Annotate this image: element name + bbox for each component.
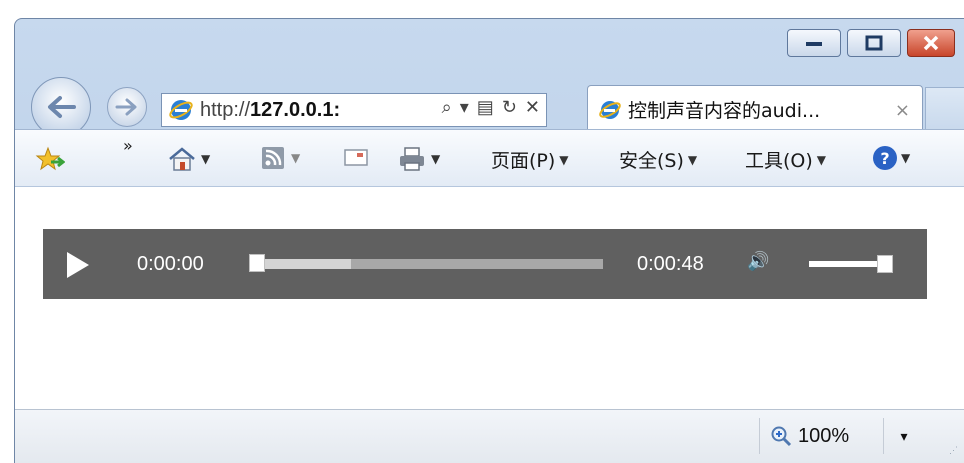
address-tools: ⌕ ▾ ▤ ↻ ✕ [437, 97, 540, 118]
stop-icon[interactable]: ✕ [525, 97, 540, 118]
resize-grip-icon[interactable]: ⋰ [949, 446, 961, 459]
home-button[interactable]: ▼ [167, 146, 210, 172]
forward-button[interactable] [107, 87, 147, 127]
page-menu[interactable]: 页面(P) ▼ [491, 146, 569, 173]
chevron-down-icon: ▼ [559, 152, 569, 167]
volume-icon[interactable]: 🔊 [747, 251, 769, 272]
ie-logo-icon [599, 100, 621, 119]
print-button[interactable]: ▼ [397, 146, 440, 172]
zoom-level: 100% [798, 424, 850, 447]
address-bar[interactable]: http://127.0.0.1: ⌕ ▾ ▤ ↻ ✕ [161, 93, 547, 127]
chevron-down-icon: ▼ [816, 152, 827, 167]
page-menu-label: 页面(P) [491, 150, 556, 172]
chevron-down-icon[interactable]: ▼ [291, 151, 300, 165]
tools-menu[interactable]: 工具(O) ▼ [745, 146, 826, 173]
audio-player: 0:00:00 0:00:48 🔊 [43, 229, 927, 299]
toolbar-overflow-chevron[interactable]: » [123, 136, 133, 155]
safety-menu[interactable]: 安全(S) ▼ [619, 146, 697, 173]
chevron-down-icon[interactable]: ▾ [460, 97, 469, 118]
mail-icon [344, 149, 368, 166]
url-host: 127.0.0.1: [250, 98, 341, 121]
arrow-left-icon [48, 96, 76, 118]
ie-logo-icon [169, 100, 193, 120]
zoom-dropdown[interactable]: ▾ [883, 418, 924, 454]
current-time: 0:00:00 [137, 253, 204, 275]
status-bar: 100% ▾ ⋰ [15, 409, 964, 463]
magnifier-icon [771, 426, 792, 447]
minimize-button[interactable] [787, 29, 841, 57]
seek-bar[interactable] [249, 254, 603, 272]
browser-window: http://127.0.0.1: ⌕ ▾ ▤ ↻ ✕ 控制声音内容的audi.… [14, 18, 964, 463]
safety-menu-label: 安全(S) [619, 150, 684, 172]
maximize-button[interactable] [847, 29, 901, 57]
tab-close-icon[interactable]: × [895, 100, 910, 121]
feeds-button[interactable]: ▼ [261, 146, 300, 170]
refresh-icon[interactable]: ↻ [502, 97, 517, 118]
favorites-star-icon [35, 146, 65, 171]
volume-thumb[interactable] [877, 255, 893, 273]
navigation-row: http://127.0.0.1: ⌕ ▾ ▤ ↻ ✕ 控制声音内容的audi.… [31, 77, 964, 137]
tab-active[interactable]: 控制声音内容的audi... × [587, 85, 923, 133]
url-prefix: http:// [200, 98, 251, 121]
chevron-down-icon: ▾ [900, 427, 908, 444]
page-content: 0:00:00 0:00:48 🔊 [15, 187, 964, 409]
chevron-down-icon: ▼ [901, 151, 911, 165]
tab-title: 控制声音内容的audi... [628, 100, 821, 122]
buffered-range [253, 259, 351, 269]
chevron-down-icon[interactable]: ▼ [201, 152, 210, 166]
arrow-right-icon [115, 98, 137, 116]
volume-slider[interactable] [809, 255, 893, 273]
seek-thumb[interactable] [249, 254, 265, 272]
close-icon [923, 35, 939, 51]
rss-feed-icon [262, 147, 284, 169]
read-mail-button[interactable] [343, 146, 369, 168]
duration: 0:00:48 [637, 253, 704, 275]
search-icon[interactable]: ⌕ [442, 97, 452, 118]
double-chevron-icon: » [123, 136, 133, 155]
back-button[interactable] [31, 77, 91, 137]
close-button[interactable] [907, 29, 955, 57]
printer-icon [400, 147, 424, 171]
chevron-down-icon: ▼ [687, 152, 698, 167]
maximize-icon [865, 35, 883, 51]
home-icon [169, 147, 195, 171]
play-icon[interactable] [67, 252, 89, 278]
command-bar: » ▼ ▼ ▼ 页面(P) ▼ 安全(S) ▼ 工具(O) ▼ ? ▼ [15, 129, 964, 187]
help-icon: ? [873, 146, 897, 170]
minimize-icon [806, 42, 822, 46]
compatibility-view-icon[interactable]: ▤ [477, 97, 494, 118]
chevron-down-icon[interactable]: ▼ [431, 152, 440, 166]
new-tab-button[interactable] [925, 87, 964, 133]
favorites-button[interactable] [35, 146, 65, 172]
window-controls [787, 29, 955, 57]
help-button[interactable]: ? ▼ [873, 146, 910, 170]
zoom-control[interactable]: 100% [759, 418, 859, 454]
tools-menu-label: 工具(O) [745, 150, 813, 172]
